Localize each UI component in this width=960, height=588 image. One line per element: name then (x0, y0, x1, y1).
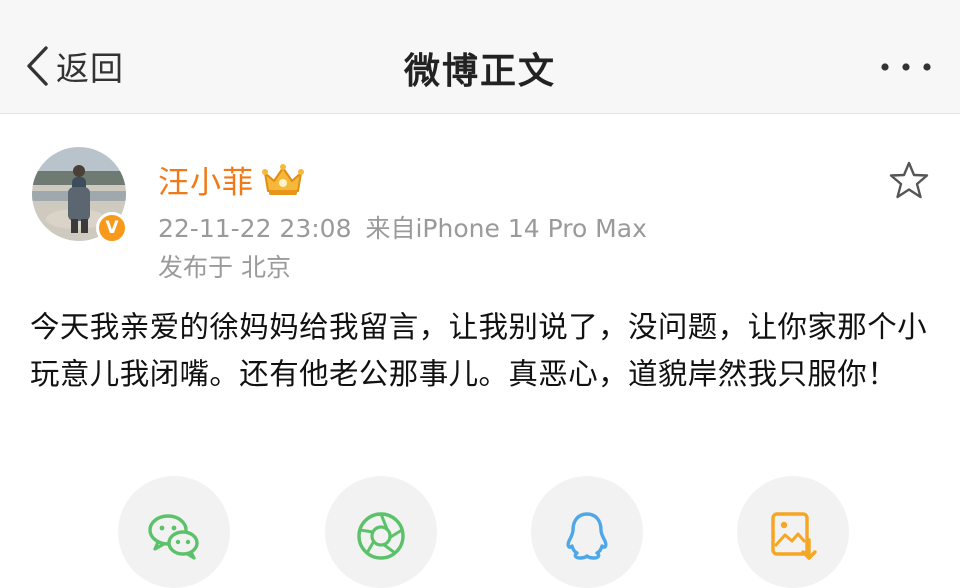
favorite-star-icon[interactable] (889, 160, 929, 200)
qq-icon (566, 512, 608, 560)
verified-badge-label: V (105, 218, 119, 238)
moments-icon (357, 512, 405, 560)
post-source: 来自iPhone 14 Pro Max (365, 214, 647, 243)
verified-badge: V (96, 212, 128, 244)
post-location: 发布于 北京 (158, 248, 291, 284)
page-title: 微博正文 (403, 51, 556, 92)
more-dots-icon (881, 63, 931, 71)
share-qq-button[interactable] (531, 476, 643, 588)
crown-vip-icon (262, 163, 304, 195)
navigation-bar: 返回 微博正文 (0, 0, 960, 114)
share-save-image-button[interactable] (737, 476, 849, 588)
share-moments-button[interactable] (325, 476, 437, 588)
author-name[interactable]: 汪小菲 (158, 157, 254, 202)
location-prefix: 发布于 (158, 253, 234, 282)
more-button[interactable] (878, 58, 934, 76)
post-timestamp: 22-11-22 23:08 (158, 214, 352, 243)
author-row: 汪小菲 (158, 157, 306, 202)
save-image-icon (771, 512, 817, 560)
wechat-icon (148, 514, 199, 560)
share-wechat-button[interactable] (118, 476, 230, 588)
post-meta: 22-11-22 23:08 来自iPhone 14 Pro Max (158, 209, 647, 245)
location-value: 北京 (241, 253, 292, 282)
post-content: 今天我亲爱的徐妈妈给我留言，让我别说了，没问题，让你家那个小玩意儿我闭嘴。还有他… (30, 310, 928, 391)
